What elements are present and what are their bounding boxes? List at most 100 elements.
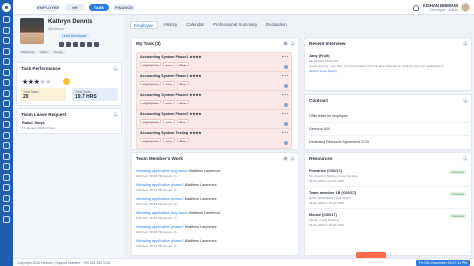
tab-evaluation[interactable]: Evaluation xyxy=(263,21,290,29)
divider xyxy=(309,122,469,123)
card-title: Team Member's Work xyxy=(136,156,183,161)
work-task[interactable]: Wedding application phase2 xyxy=(136,225,184,229)
work-task[interactable]: Wedding application phase2 xyxy=(136,239,184,243)
pill-employee[interactable]: EMPLOYEE xyxy=(37,4,59,11)
skill-tag: Marketing xyxy=(19,50,37,54)
report-icon[interactable] xyxy=(3,163,10,170)
task-tag: Blue xyxy=(176,62,189,67)
top-bar: EMPLOYEE HR TASK FINANCE KISHAN BHIMANI … xyxy=(13,0,474,15)
more-icon[interactable] xyxy=(282,113,288,115)
work-task[interactable]: Wedding application phase2 xyxy=(136,197,184,201)
card-title: Recent Interview xyxy=(309,41,346,46)
user-icon[interactable] xyxy=(3,26,10,34)
tab-professional-summary[interactable]: Professional Summary xyxy=(210,21,260,29)
task-item[interactable]: Accounting System Phase1 ★★★★ Highlighte… xyxy=(136,71,292,92)
settings-icon[interactable]: ⚙ xyxy=(283,41,288,46)
people-icon[interactable] xyxy=(3,37,10,44)
notification-bell-icon[interactable] xyxy=(412,4,419,11)
mail-icon[interactable] xyxy=(66,42,71,47)
more-icon[interactable] xyxy=(282,132,288,134)
interview-item[interactable]: Jany (Fruit) 29-10-2024 08:30 AM Good mo… xyxy=(309,54,469,73)
pill-finance[interactable]: FINANCE xyxy=(113,4,135,11)
work-date: 10th Feb, 08:38 PM (Hours: 2) xyxy=(136,244,177,248)
more-icon[interactable] xyxy=(282,56,288,58)
help-icon[interactable] xyxy=(3,194,10,202)
task-tag: Highlighted xyxy=(140,100,162,105)
chat-icon[interactable] xyxy=(73,42,78,47)
task-item[interactable]: Accounting System Testing ★★★★ Highlight… xyxy=(136,128,292,149)
folder-icon[interactable] xyxy=(3,110,10,118)
user-avatar[interactable] xyxy=(461,3,470,12)
work-task[interactable]: Wedding application phase2 xyxy=(136,183,184,187)
resource-detail: DATA TRANSFER | Permanent xyxy=(309,196,351,200)
app-logo-icon[interactable] xyxy=(2,3,11,12)
contract-item[interactable]: Offer letter for employee xyxy=(309,113,469,118)
user-menu[interactable]: KISHAN BHIMANI Developer - Admin xyxy=(412,2,470,13)
linkedin-icon[interactable] xyxy=(80,42,85,47)
wallet-icon[interactable] xyxy=(3,100,10,107)
chevron-down-icon[interactable]: ⌄ xyxy=(113,112,118,117)
pill-task[interactable]: TASK xyxy=(89,4,109,11)
contract-item[interactable]: Gernicor 404 xyxy=(309,126,469,131)
star-icon[interactable] xyxy=(3,173,10,181)
gift-icon[interactable] xyxy=(3,184,10,191)
work-item[interactable]: Wedding application phase2 Matthew Lawre… xyxy=(136,183,296,192)
task-item[interactable]: Accounting System Phase2 ★★★★ Highlighte… xyxy=(136,109,292,130)
interview-link[interactable]: Recent Score Rating xyxy=(309,69,469,73)
chevron-down-icon[interactable]: ⌄ xyxy=(463,98,468,103)
work-task[interactable]: Wedding application bug issue xyxy=(136,169,187,173)
document-icon[interactable] xyxy=(3,68,10,76)
resource-item[interactable]: Team member 1B (C00/17) DATA TRANSFER | … xyxy=(309,191,469,205)
task-tag: Blue xyxy=(176,138,189,143)
logout-icon[interactable] xyxy=(3,205,10,212)
more-icon[interactable] xyxy=(282,75,288,77)
phone-icon[interactable] xyxy=(59,42,64,47)
work-item[interactable]: Wedding application phase2 Matthew Lawre… xyxy=(136,239,296,248)
chevron-down-icon[interactable]: ⌄ xyxy=(290,156,295,161)
priority-stars: ★★★★ xyxy=(189,131,202,135)
chevron-down-icon[interactable]: ⌄ xyxy=(463,41,468,46)
settings-icon[interactable]: ⚙ xyxy=(283,156,288,161)
dashboard-icon[interactable] xyxy=(3,16,10,23)
task-title: Accounting System Phase2 xyxy=(140,112,189,116)
resource-item[interactable]: Pinedrive (C00/17) Six Graphics Backup |… xyxy=(309,169,469,183)
work-task[interactable]: Wedding application bug issue xyxy=(136,211,187,215)
profile-panel: Kathryn Dennis @Kathryn Lead Developer M… xyxy=(14,16,124,260)
profile-role-tag: Lead Developer xyxy=(59,33,90,39)
work-item[interactable]: Wedding application bug issue Matthew La… xyxy=(136,169,296,178)
calendar-icon[interactable] xyxy=(3,47,10,55)
priority-stars: ★★★★ xyxy=(189,93,202,97)
tab-employee[interactable]: Employee xyxy=(130,21,158,29)
contract-item[interactable]: Dedicated Resource Agreement 2710 xyxy=(309,139,469,144)
work-item[interactable]: Wedding application bug issue Matthew La… xyxy=(136,211,296,220)
more-icon[interactable] xyxy=(282,94,288,96)
mail-icon[interactable] xyxy=(3,131,10,139)
share-icon[interactable] xyxy=(87,42,92,47)
bell-icon[interactable] xyxy=(3,142,10,149)
chevron-down-icon[interactable]: ⌄ xyxy=(463,156,468,161)
work-item[interactable]: Wedding application phase2 Matthew Lawre… xyxy=(136,225,296,234)
task-item[interactable]: Accounting System Phase2 ★★★★ Highlighte… xyxy=(136,90,292,111)
assignee-avatar xyxy=(284,141,288,145)
leave-date: 15 January 2025 (1 Day) xyxy=(22,126,56,130)
task-icon[interactable] xyxy=(3,121,10,128)
task-item[interactable]: Accounting System Phase1 ★★★★ Highlighte… xyxy=(136,52,292,73)
chart-icon[interactable] xyxy=(3,89,10,97)
user-role: Developer - Admin xyxy=(430,8,458,12)
more-icon[interactable] xyxy=(3,215,10,223)
chevron-down-icon[interactable]: ⌄ xyxy=(290,41,295,46)
edit-icon[interactable] xyxy=(94,42,99,47)
tab-calendar[interactable]: Calendar xyxy=(183,21,207,29)
pill-hr[interactable]: HR xyxy=(65,4,85,11)
chevron-down-icon[interactable]: ⌄ xyxy=(113,66,118,71)
contract-card: Contract ⌄ Offer letter for employee Ger… xyxy=(304,94,472,150)
resource-item[interactable]: Mouse (C00/17) Mouse | Long Duration 29-… xyxy=(309,213,469,227)
settings-icon[interactable] xyxy=(3,152,10,160)
clock-icon[interactable] xyxy=(3,58,10,65)
recent-interview-card: Recent Interview ⌄ Jany (Fruit) 29-10-20… xyxy=(304,37,472,91)
work-item[interactable]: Wedding application phase2 Matthew Lawre… xyxy=(136,197,296,206)
resource-name: Pinedrive (C00/17) xyxy=(309,169,342,173)
card-title: Resources xyxy=(309,156,333,161)
briefcase-icon[interactable] xyxy=(3,79,10,86)
tab-history[interactable]: History xyxy=(161,21,181,29)
